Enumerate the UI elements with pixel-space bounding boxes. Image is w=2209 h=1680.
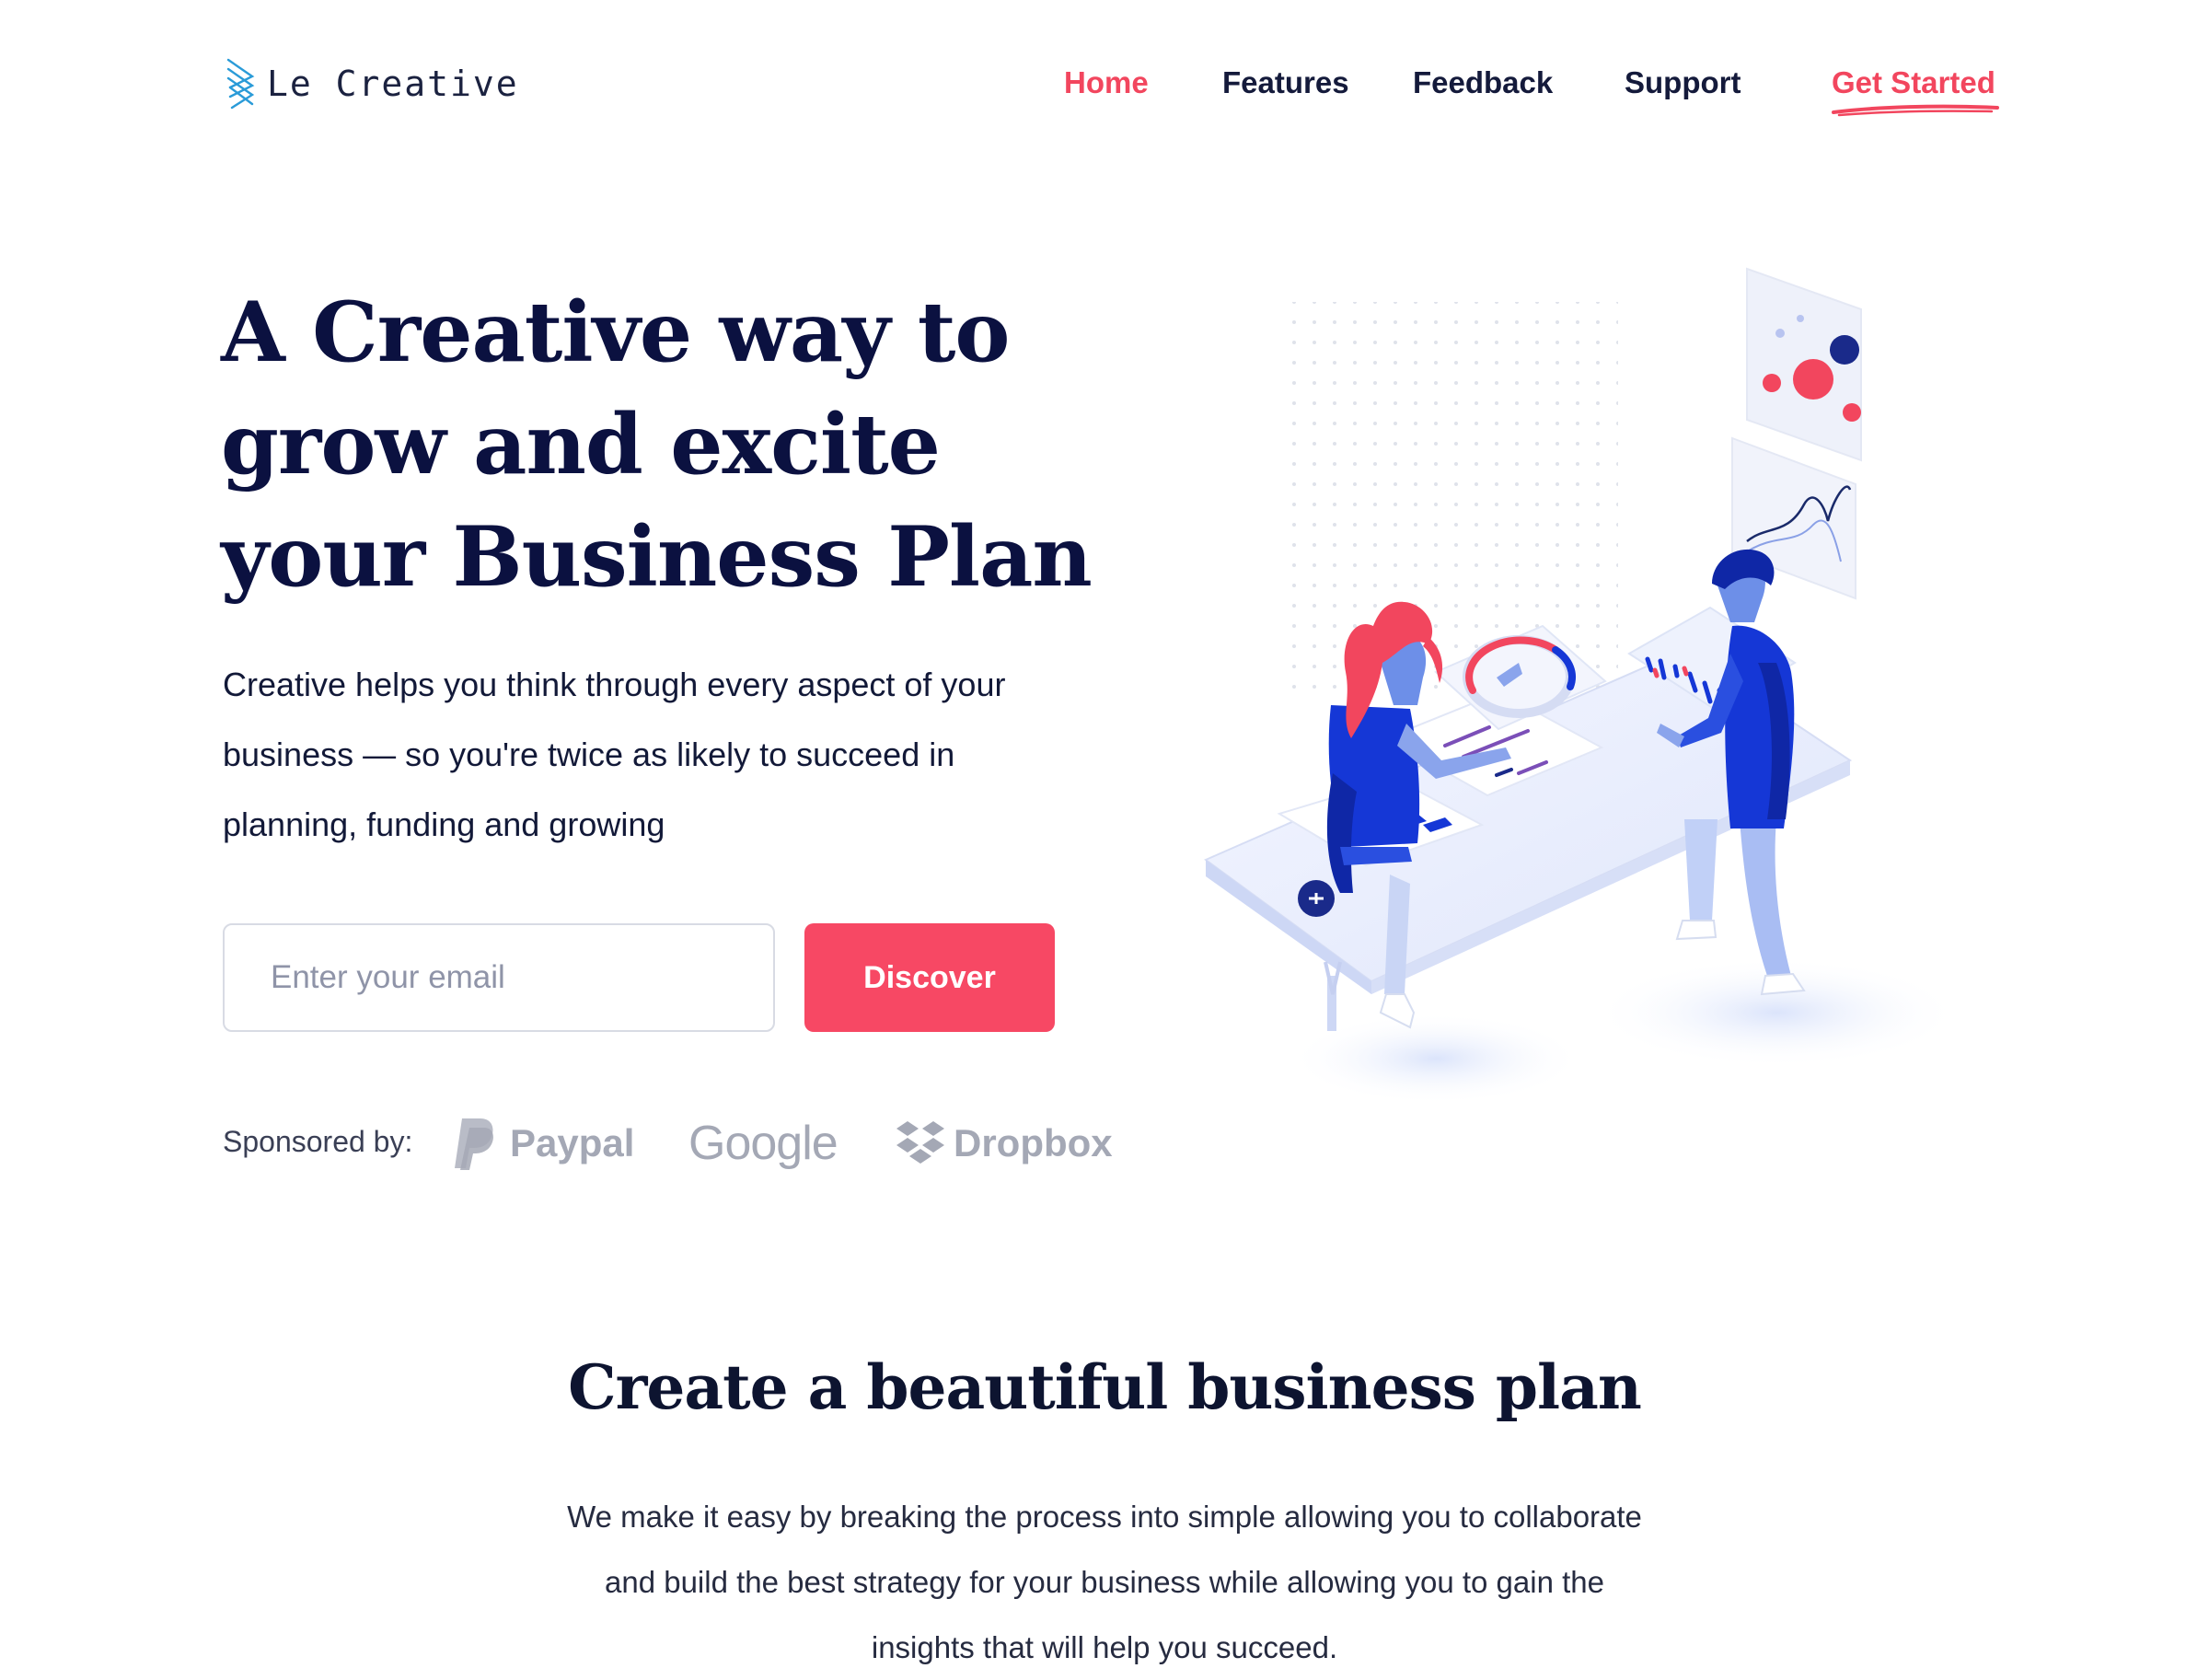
sponsor-paypal: Paypal [453, 1114, 634, 1173]
sponsor-name: Dropbox [954, 1121, 1113, 1164]
paypal-icon [455, 1118, 493, 1170]
get-started-link[interactable]: Get Started [1832, 61, 1995, 105]
floating-bubble-card [1746, 267, 1862, 462]
hero-subtitle: Creative helps you think through every a… [223, 666, 1006, 843]
section-text: We make it easy by breaking the process … [567, 1500, 1642, 1664]
stacked-lines-logo-icon [226, 58, 255, 110]
sponsor-dropbox: Dropbox [895, 1114, 1113, 1173]
isometric-business-team-illustration [1204, 267, 1960, 1105]
sponsor-name: Google [688, 1117, 838, 1170]
brand-logo[interactable]: Le Creative [225, 55, 519, 112]
nav-link-home[interactable]: Home [1064, 61, 1149, 105]
section-title: Create a beautiful business plan [568, 1351, 1642, 1423]
sponsor-google: Google [688, 1114, 838, 1173]
nav-link-feedback[interactable]: Feedback [1413, 61, 1553, 105]
brand-name: Le Creative [267, 64, 519, 104]
sponsored-label: Sponsored by: [223, 1125, 413, 1158]
cta-underline-decoration [1832, 104, 1999, 117]
nav-link-support[interactable]: Support [1625, 61, 1741, 105]
email-input[interactable] [223, 923, 775, 1032]
nav-link-features[interactable]: Features [1222, 61, 1349, 105]
discover-button[interactable]: Discover [804, 923, 1055, 1032]
hero-title: A Creative way to grow and excite your B… [221, 284, 1093, 606]
sponsor-name: Paypal [510, 1121, 635, 1164]
dropbox-icon [896, 1121, 944, 1164]
